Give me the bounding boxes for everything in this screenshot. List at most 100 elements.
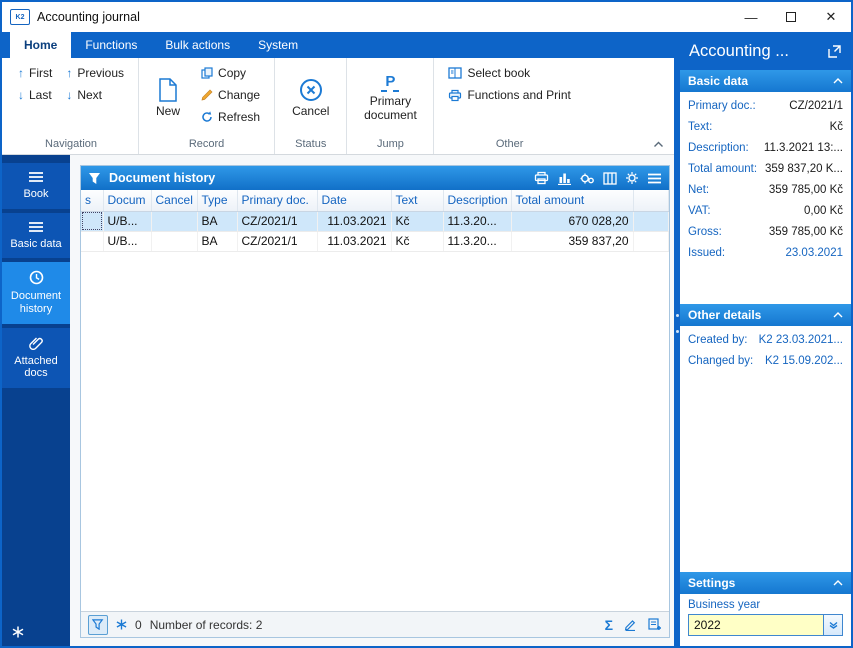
cell-filler[interactable] bbox=[633, 211, 669, 231]
field-primary-doc: Primary doc.: CZ/2021/1 bbox=[680, 95, 851, 116]
filter-toggle-button[interactable] bbox=[88, 615, 108, 635]
combo-dropdown-button[interactable] bbox=[823, 615, 842, 635]
paperclip-icon bbox=[29, 336, 43, 350]
panel-title: Accounting ... bbox=[689, 42, 827, 61]
tab-system[interactable]: System bbox=[244, 32, 312, 58]
col-header-total-amount[interactable]: Total amount bbox=[511, 190, 633, 211]
business-year-input[interactable] bbox=[689, 615, 823, 635]
chevron-up-icon[interactable] bbox=[833, 312, 843, 318]
menu-icon[interactable] bbox=[647, 173, 662, 184]
sidebar-item-book[interactable]: Book bbox=[2, 163, 70, 209]
edit-icon[interactable] bbox=[624, 618, 637, 631]
cell-date[interactable]: 11.03.2021 bbox=[317, 211, 391, 231]
arrow-down-icon: ↓ bbox=[66, 88, 72, 102]
primary-document-button[interactable]: P Primary document bbox=[355, 63, 425, 133]
cell-docum[interactable]: U/B... bbox=[103, 211, 151, 231]
record-count-label: Number of records: 2 bbox=[150, 618, 263, 632]
chevron-up-icon[interactable] bbox=[833, 580, 843, 586]
functions-and-print-button[interactable]: Functions and Print bbox=[442, 85, 576, 105]
new-document-icon bbox=[158, 78, 178, 102]
quick-settings-icon[interactable] bbox=[12, 626, 24, 638]
refresh-button[interactable]: Refresh bbox=[195, 107, 266, 127]
chevron-down-icon bbox=[829, 621, 838, 629]
popout-icon[interactable] bbox=[827, 44, 842, 59]
ribbon-collapse-chevron-icon[interactable] bbox=[653, 137, 664, 151]
gears-icon[interactable] bbox=[580, 172, 595, 185]
panel-splitter[interactable] bbox=[674, 32, 680, 646]
col-header-text[interactable]: Text bbox=[391, 190, 443, 211]
col-header-filler bbox=[633, 190, 669, 211]
app-logo-icon: K2 bbox=[10, 9, 30, 25]
cancel-label: Cancel bbox=[292, 105, 329, 119]
col-header-type[interactable]: Type bbox=[197, 190, 237, 211]
title-bar: K2 Accounting journal — ✕ bbox=[2, 2, 851, 32]
table-row[interactable]: U/B... BA CZ/2021/1 11.03.2021 Kč 11.3.2… bbox=[81, 231, 669, 251]
new-button[interactable]: New bbox=[147, 63, 189, 133]
col-header-description[interactable]: Description bbox=[443, 190, 511, 211]
col-header-s[interactable]: s bbox=[81, 190, 103, 211]
cell-total-amount[interactable]: 359 837,20 bbox=[511, 231, 633, 251]
col-header-docum[interactable]: Docum bbox=[103, 190, 151, 211]
chevron-up-icon[interactable] bbox=[833, 78, 843, 84]
next-label: Next bbox=[77, 88, 102, 102]
arrow-up-icon: ↑ bbox=[18, 66, 24, 80]
cell-text[interactable]: Kč bbox=[391, 231, 443, 251]
cancel-button[interactable]: Cancel bbox=[283, 63, 338, 133]
arrow-down-icon: ↓ bbox=[18, 88, 24, 102]
maximize-button[interactable] bbox=[771, 2, 811, 32]
snowflake-icon[interactable] bbox=[116, 619, 127, 630]
sidebar-item-attached-docs[interactable]: Attached docs bbox=[2, 328, 70, 388]
minimize-button[interactable]: — bbox=[731, 2, 771, 32]
section-basic-data[interactable]: Basic data bbox=[680, 70, 851, 92]
tab-bulk-actions[interactable]: Bulk actions bbox=[151, 32, 244, 58]
ribbon-group-record: New Copy bbox=[139, 58, 275, 154]
cell-cancel[interactable] bbox=[151, 231, 197, 251]
cell-cancel[interactable] bbox=[151, 211, 197, 231]
change-button[interactable]: Change bbox=[195, 85, 266, 105]
col-header-cancel[interactable]: Cancel bbox=[151, 190, 197, 211]
section-settings[interactable]: Settings bbox=[680, 572, 851, 594]
last-button[interactable]: ↓ Last bbox=[12, 85, 58, 105]
col-header-primary-doc[interactable]: Primary doc. bbox=[237, 190, 317, 211]
tab-functions[interactable]: Functions bbox=[71, 32, 151, 58]
cell-docum[interactable]: U/B... bbox=[103, 231, 151, 251]
cell-total-amount[interactable]: 670 028,20 bbox=[511, 211, 633, 231]
cell-filler[interactable] bbox=[633, 231, 669, 251]
cell-s[interactable] bbox=[81, 211, 103, 231]
functions-and-print-label: Functions and Print bbox=[467, 88, 570, 102]
cell-type[interactable]: BA bbox=[197, 211, 237, 231]
chart-icon[interactable] bbox=[557, 172, 572, 185]
window-title: Accounting journal bbox=[37, 10, 140, 24]
cell-description[interactable]: 11.3.20... bbox=[443, 231, 511, 251]
next-button[interactable]: ↓ Next bbox=[60, 85, 130, 105]
sidebar-item-basic-data[interactable]: Basic data bbox=[2, 213, 70, 259]
document-history-frame: Document history bbox=[80, 165, 670, 638]
cell-primary-doc[interactable]: CZ/2021/1 bbox=[237, 211, 317, 231]
first-button[interactable]: ↑ First bbox=[12, 63, 58, 83]
close-button[interactable]: ✕ bbox=[811, 2, 851, 32]
ribbon-group-jump: P Primary document Jump bbox=[347, 58, 434, 154]
sum-icon[interactable]: Σ bbox=[605, 617, 613, 633]
form-add-icon[interactable] bbox=[648, 618, 662, 631]
cell-s[interactable] bbox=[81, 231, 103, 251]
filter-icon[interactable] bbox=[88, 172, 102, 185]
gear-icon[interactable] bbox=[625, 171, 639, 185]
columns-icon[interactable] bbox=[603, 172, 617, 185]
tab-home[interactable]: Home bbox=[10, 32, 71, 58]
group-label-record: Record bbox=[139, 136, 274, 154]
col-header-date[interactable]: Date bbox=[317, 190, 391, 211]
cell-date[interactable]: 11.03.2021 bbox=[317, 231, 391, 251]
cell-primary-doc[interactable]: CZ/2021/1 bbox=[237, 231, 317, 251]
sidebar-item-document-history[interactable]: Document history bbox=[2, 262, 70, 323]
cell-text[interactable]: Kč bbox=[391, 211, 443, 231]
cell-type[interactable]: BA bbox=[197, 231, 237, 251]
previous-button[interactable]: ↑ Previous bbox=[60, 63, 130, 83]
print-icon[interactable] bbox=[534, 171, 549, 185]
section-other-details[interactable]: Other details bbox=[680, 304, 851, 326]
copy-button[interactable]: Copy bbox=[195, 63, 266, 83]
ribbon-tabbar: Home Functions Bulk actions System bbox=[2, 32, 674, 58]
select-book-button[interactable]: Select book bbox=[442, 63, 576, 83]
table-row[interactable]: U/B... BA CZ/2021/1 11.03.2021 Kč 11.3.2… bbox=[81, 211, 669, 231]
cell-description[interactable]: 11.3.20... bbox=[443, 211, 511, 231]
filter-counter: 0 bbox=[135, 618, 142, 632]
